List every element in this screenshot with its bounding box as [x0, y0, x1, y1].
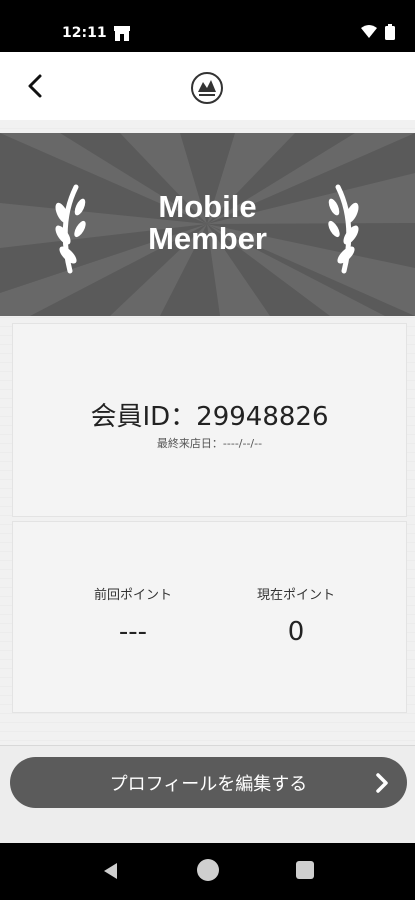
chevron-right-icon	[376, 773, 388, 793]
mobile-member-banner: Mobile Member	[0, 133, 415, 316]
square-recent-icon[interactable]	[296, 861, 314, 879]
edit-profile-label: プロフィールを編集する	[109, 773, 308, 795]
edit-profile-button[interactable]: プロフィールを編集する	[10, 757, 407, 808]
status-time: 12:11	[62, 25, 107, 41]
status-bar: 12:11	[0, 0, 415, 52]
logo-icon	[191, 72, 223, 104]
triangle-back-icon[interactable]	[101, 861, 121, 881]
points-card: 前回ポイント --- 現在ポイント 0	[12, 521, 407, 713]
current-points-label: 現在ポイント	[256, 588, 335, 603]
system-nav-bar	[0, 843, 415, 900]
app-header	[0, 52, 415, 120]
last-visit-date: 最終来店日：----/--/--	[156, 437, 263, 450]
laurel-icon	[328, 184, 359, 274]
battery-icon	[385, 24, 395, 40]
current-points-value: 0	[287, 617, 305, 647]
previous-points-value: ---	[118, 617, 148, 647]
back-arrow-icon[interactable]	[18, 68, 54, 104]
previous-points-label: 前回ポイント	[93, 588, 172, 603]
store-icon	[114, 26, 130, 41]
wifi-icon	[361, 25, 377, 38]
member-id: 会員ID：29948826	[90, 402, 329, 432]
circle-home-icon[interactable]	[197, 859, 219, 881]
member-id-card: 会員ID：29948826 最終来店日：----/--/--	[12, 323, 407, 517]
